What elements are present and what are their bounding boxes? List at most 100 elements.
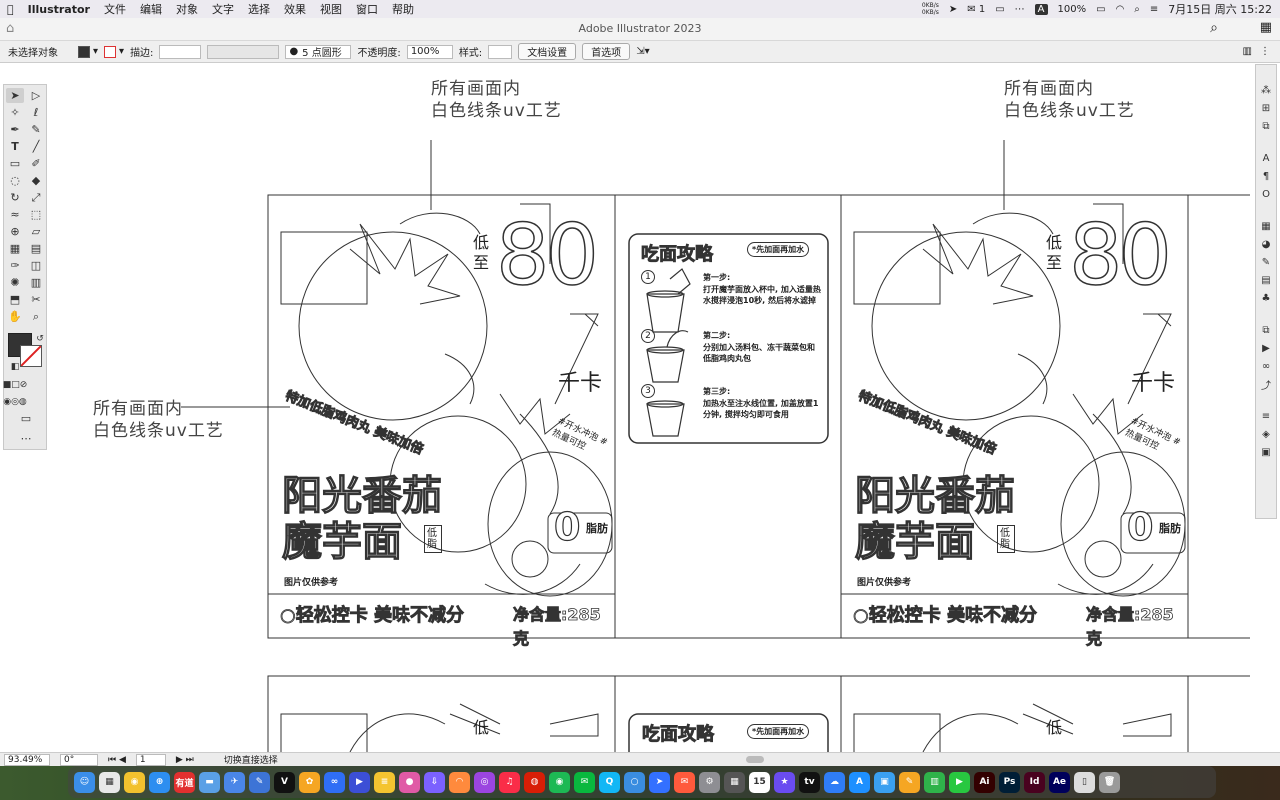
dock-pencil-icon[interactable]: ✎: [899, 771, 920, 793]
pen-tool-icon[interactable]: ✒: [6, 122, 24, 137]
swatches-panel-icon[interactable]: ▦: [1259, 219, 1273, 233]
dock-illustrator-icon[interactable]: Ai: [974, 771, 995, 793]
character-panel-icon[interactable]: A: [1259, 151, 1273, 165]
transform-panel-icon[interactable]: ⁂: [1259, 83, 1273, 97]
dock-download-icon[interactable]: ⇩: [424, 771, 445, 793]
horizontal-scrollbar[interactable]: [746, 756, 764, 763]
package-left[interactable]: 低 至 80 千卡 特加低脂鸡肉丸 美味加倍 阳光番茄 魔芋面 低脂 0 脂肪 …: [268, 195, 615, 648]
default-colors-icon[interactable]: ◧: [6, 359, 24, 374]
stroke-weight-field[interactable]: [159, 44, 202, 59]
search-icon[interactable]: ⌕: [1210, 20, 1218, 36]
gradient-panel-icon[interactable]: ▤: [1259, 273, 1273, 287]
artboards-panel-icon[interactable]: ⧉: [1259, 323, 1273, 337]
dock-feishu-icon[interactable]: ➤: [649, 771, 670, 793]
first-artboard-icon[interactable]: ⏮ ◀: [108, 755, 126, 765]
artboard-number-field[interactable]: 1: [135, 753, 166, 766]
eraser-tool-icon[interactable]: ◆: [27, 173, 45, 188]
perspective-tool-icon[interactable]: ▱: [27, 224, 45, 239]
arrange-icon[interactable]: ⇲▾: [636, 46, 649, 57]
dock-youdao-icon[interactable]: 有道: [174, 771, 195, 793]
dock-video-icon[interactable]: ▶: [349, 771, 370, 793]
dock-vpn-icon[interactable]: ✈: [224, 771, 245, 793]
screen-mode-icon[interactable]: ▭: [17, 411, 35, 426]
slice-tool-icon[interactable]: ✂: [27, 292, 45, 307]
dock-launchpad-icon[interactable]: ▦: [99, 771, 120, 793]
curvature-tool-icon[interactable]: ✎: [27, 122, 45, 137]
panel-toggle-icon[interactable]: ▥: [1243, 46, 1252, 57]
dock-safari-icon[interactable]: ⊕: [149, 771, 170, 793]
app-menu[interactable]: Illustrator: [21, 3, 97, 16]
fill-color[interactable]: ▾: [78, 45, 98, 58]
menu-edit[interactable]: 编辑: [133, 1, 169, 17]
artboard-tool-icon[interactable]: ⬒: [6, 292, 24, 307]
libraries-panel-icon[interactable]: ▣: [1259, 445, 1273, 459]
links-panel-icon[interactable]: ∞: [1259, 359, 1273, 373]
dock-finder-icon[interactable]: ☺: [74, 771, 95, 793]
menu-view[interactable]: 视图: [313, 1, 349, 17]
control-center-icon[interactable]: ≡: [1150, 4, 1158, 15]
paragraph-panel-icon[interactable]: ¶: [1259, 169, 1273, 183]
document-setup-button[interactable]: 文档设置: [518, 43, 577, 60]
type-tool-icon[interactable]: T: [6, 139, 24, 154]
shape-builder-tool-icon[interactable]: ⊕: [6, 224, 24, 239]
dock-music-icon[interactable]: ♫: [499, 771, 520, 793]
dock-mail-icon[interactable]: ✉: [674, 771, 695, 793]
menu-effect[interactable]: 效果: [277, 1, 313, 17]
warp-tool-icon[interactable]: ≈: [6, 207, 24, 222]
artboard-canvas[interactable]: 所有画面内 白色线条uv工艺 所有画面内 白色线条uv工艺 所有画面内 白色线条…: [50, 64, 1250, 752]
input-method[interactable]: A: [1034, 3, 1048, 15]
dock-chrome-icon[interactable]: ◉: [124, 771, 145, 793]
next-artboard-icon[interactable]: ▶ ⏭: [176, 755, 194, 765]
opentype-panel-icon[interactable]: O: [1259, 187, 1273, 201]
dock-indesign-icon[interactable]: Id: [1024, 771, 1045, 793]
dock-facetime-icon[interactable]: ▶: [949, 771, 970, 793]
wechat-icon[interactable]: ✉ 1: [967, 4, 985, 15]
clock[interactable]: 7月15日 周六 15:22: [1168, 1, 1272, 17]
swap-colors-icon[interactable]: ↺: [31, 331, 49, 346]
dock-appletv-icon[interactable]: tv: [799, 771, 820, 793]
dock-pink-icon[interactable]: ●: [399, 771, 420, 793]
dock-files-icon[interactable]: ▯: [1074, 771, 1095, 793]
stroke-color[interactable]: ▾: [104, 45, 124, 58]
dock-star-icon[interactable]: ★: [774, 771, 795, 793]
symbol-sprayer-tool-icon[interactable]: ✺: [6, 275, 24, 290]
scale-tool-icon[interactable]: ⤢: [27, 190, 45, 205]
workspace-icon[interactable]: ▦: [1260, 20, 1272, 35]
dock-search-icon[interactable]: ○: [624, 771, 645, 793]
dots-icon[interactable]: ⋯: [1015, 4, 1025, 15]
line-tool-icon[interactable]: ╱: [27, 139, 45, 154]
export-panel-icon[interactable]: ⤴: [1259, 377, 1273, 392]
menu-file[interactable]: 文件: [97, 1, 133, 17]
brush-field[interactable]: ● 5 点圆形: [285, 44, 352, 59]
zoom-tool-icon[interactable]: ⌕: [27, 309, 45, 324]
dock-calendar-icon[interactable]: 15: [749, 771, 770, 793]
variable-width-field[interactable]: [207, 44, 280, 59]
selection-tool-icon[interactable]: ➤: [6, 88, 24, 103]
draw-mode-icon[interactable]: ◉◎◍: [3, 394, 27, 409]
dock-wechat-icon[interactable]: ✉: [574, 771, 595, 793]
magic-wand-tool-icon[interactable]: ✧: [6, 105, 24, 120]
opacity-field[interactable]: 100%: [406, 44, 453, 59]
dock-photoshop-icon[interactable]: Ps: [999, 771, 1020, 793]
lasso-tool-icon[interactable]: ℓ: [27, 105, 45, 120]
package-right[interactable]: 低 至 80 千卡 特加低脂鸡肉丸 美味加倍 阳光番茄 魔芋面 低脂 0 脂肪 …: [841, 195, 1188, 648]
overflow-icon[interactable]: ⋮: [1260, 46, 1270, 57]
layers-panel-icon[interactable]: ◈: [1259, 427, 1273, 441]
mesh-tool-icon[interactable]: ▦: [6, 241, 24, 256]
dock-numbers-icon[interactable]: ▥: [924, 771, 945, 793]
dock-tool-icon[interactable]: ✎: [249, 771, 270, 793]
menu-object[interactable]: 对象: [169, 1, 205, 17]
dock-folder-icon[interactable]: ▬: [199, 771, 220, 793]
dock-cloud-icon[interactable]: ☁: [824, 771, 845, 793]
gradient-tool-icon[interactable]: ▤: [27, 241, 45, 256]
actions-panel-icon[interactable]: ▶: [1259, 341, 1273, 355]
align-panel-icon[interactable]: ⊞: [1259, 101, 1273, 115]
more-tools-icon[interactable]: ⋯: [17, 431, 35, 446]
blend-tool-icon[interactable]: ◫: [27, 258, 45, 273]
vpn-icon[interactable]: ➤: [949, 4, 957, 15]
column-graph-tool-icon[interactable]: ▥: [27, 275, 45, 290]
dock-photos-icon[interactable]: ✿: [299, 771, 320, 793]
rotation-field[interactable]: 0°: [60, 753, 98, 766]
color-panel-icon[interactable]: ◕: [1259, 237, 1273, 251]
shaper-tool-icon[interactable]: ◌: [6, 173, 24, 188]
